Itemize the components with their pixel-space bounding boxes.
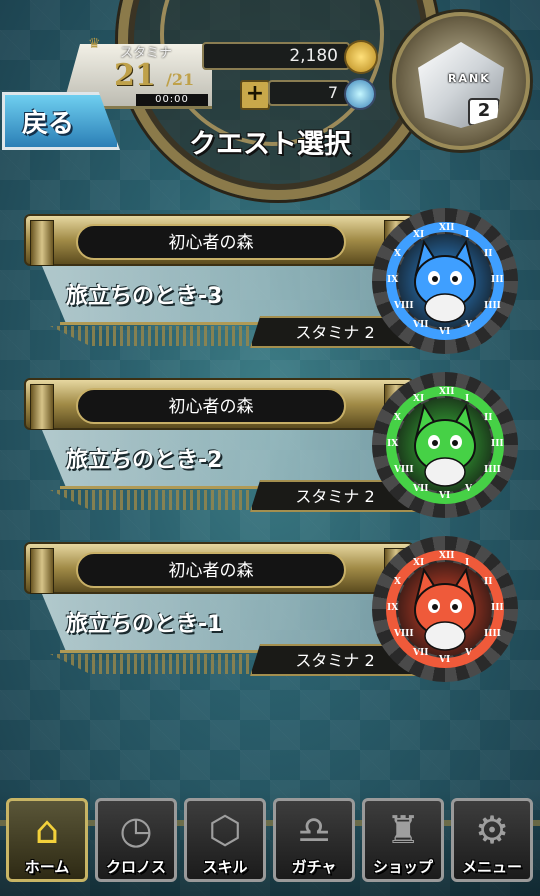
stripe-decoration xyxy=(50,490,250,510)
red-cat-icon xyxy=(398,562,492,656)
banner-cap-decoration xyxy=(30,548,54,594)
clock-numeral: II xyxy=(484,249,493,259)
clock-numeral: VIII xyxy=(393,629,414,639)
nav-label: スキル xyxy=(202,858,248,876)
nav-label: ショップ xyxy=(372,858,433,876)
nav-label: クロノス xyxy=(105,858,166,876)
quest-card[interactable]: 初心者の森 旅立ちのとき-3 スタミナ 2 XII I II III IIII V VI VII VI… xyxy=(24,208,520,356)
nav-label: メニュー xyxy=(461,858,522,876)
clock-numeral: X xyxy=(393,413,401,423)
nav-button-6[interactable]: ⚙ メニュー xyxy=(451,798,533,882)
stamina-current: 21 xyxy=(114,58,156,93)
clock-numeral: VII xyxy=(413,648,429,659)
rank-label: RANK xyxy=(448,72,491,85)
clock-numeral: VI xyxy=(439,491,451,501)
nav-button-2[interactable]: ◷ クロノス xyxy=(95,798,177,882)
nav-button-4[interactable]: ♎ ガチャ xyxy=(273,798,355,882)
area-name: 初心者の森 xyxy=(76,224,346,260)
nav-button-5[interactable]: ♜ ショップ xyxy=(362,798,444,882)
clock-numeral: IX xyxy=(387,275,399,285)
clock-numeral: VII xyxy=(413,320,429,331)
coin-icon xyxy=(344,40,378,74)
area-banner: 初心者の森 xyxy=(24,214,414,266)
quest-name: 旅立ちのとき-3 xyxy=(66,284,223,309)
clock-numeral: V xyxy=(465,320,472,331)
clock-numeral: I xyxy=(465,557,470,568)
clock-numeral: VI xyxy=(439,655,451,665)
quest-name: 旅立ちのとき-1 xyxy=(66,612,223,637)
quest-boss-badge: XII I II III IIII V VI VII VIII IX X XI xyxy=(372,372,518,518)
chronos-clock-icon: ◷ xyxy=(119,808,153,852)
gem-icon xyxy=(344,78,376,110)
home-icon: ⌂ xyxy=(34,808,60,852)
quest-boss-badge: XII I II III IIII V VI VII VIII IX X XI xyxy=(372,208,518,354)
clock-numeral: V xyxy=(465,484,472,495)
add-gems-button[interactable]: + xyxy=(240,80,270,110)
quest-card[interactable]: 初心者の森 旅立ちのとき-2 スタミナ 2 XII I II III IIII V VI VII VI… xyxy=(24,372,520,520)
area-banner: 初心者の森 xyxy=(24,542,414,594)
blue-cat-icon xyxy=(398,234,492,328)
quest-card[interactable]: 初心者の森 旅立ちのとき-1 スタミナ 2 XII I II III IIII V VI VII VI… xyxy=(24,536,520,684)
area-name: 初心者の森 xyxy=(76,552,346,588)
clock-numeral: VI xyxy=(439,327,451,337)
banner-cap-decoration xyxy=(30,384,54,430)
clock-numeral: XI xyxy=(413,393,425,404)
clock-numeral: IIII xyxy=(484,629,501,639)
green-cat-icon xyxy=(398,398,492,492)
clock-numeral: IIII xyxy=(484,465,501,475)
nav-label: ガチャ xyxy=(291,858,337,876)
clock-numeral: VIII xyxy=(393,465,414,475)
clock-numeral: IIII xyxy=(484,301,501,311)
nav-button-1[interactable]: ⌂ ホーム xyxy=(6,798,88,882)
coin-counter: 2,180 xyxy=(202,42,350,70)
crown-icon: ♛ xyxy=(88,36,101,52)
clock-numeral: I xyxy=(465,393,470,404)
clock-numeral: II xyxy=(484,577,493,587)
clock-numeral: VII xyxy=(413,484,429,495)
clock-numeral: X xyxy=(393,577,401,587)
clock-numeral: III xyxy=(491,603,504,613)
clock-numeral: III xyxy=(491,275,504,285)
clock-numeral: I xyxy=(465,229,470,240)
clock-numeral: VIII xyxy=(393,301,414,311)
quest-name: 旅立ちのとき-2 xyxy=(66,448,223,473)
gear-icon: ⚙ xyxy=(474,808,510,852)
clock-numeral: XI xyxy=(413,229,425,240)
clock-numeral: IX xyxy=(387,439,399,449)
clock-numeral: X xyxy=(393,249,401,259)
clock-numeral: XI xyxy=(413,557,425,568)
banner-cap-decoration xyxy=(30,220,54,266)
clock-numeral: V xyxy=(465,648,472,659)
gem-counter: 7 xyxy=(268,80,350,106)
clock-numeral: IX xyxy=(387,603,399,613)
rank-crystal-icon: RANK 2 xyxy=(418,42,504,128)
skill-hexagon-icon: ⬡ xyxy=(208,808,242,852)
nav-label: ホーム xyxy=(24,858,70,876)
stripe-decoration xyxy=(50,326,250,346)
nav-button-3[interactable]: ⬡ スキル xyxy=(184,798,266,882)
stamina-max: /21 xyxy=(166,70,195,89)
stripe-decoration xyxy=(50,654,250,674)
clock-numeral: XII xyxy=(439,551,455,561)
shop-bag-icon: ♜ xyxy=(385,808,421,852)
clock-numeral: XII xyxy=(439,387,455,397)
clock-numeral: XII xyxy=(439,223,455,233)
clock-numeral: III xyxy=(491,439,504,449)
gacha-icon: ♎ xyxy=(296,808,332,852)
quest-boss-badge: XII I II III IIII V VI VII VIII IX X XI xyxy=(372,536,518,682)
area-banner: 初心者の森 xyxy=(24,378,414,430)
page-title: クエスト選択 xyxy=(189,129,351,160)
clock-numeral: II xyxy=(484,413,493,423)
area-name: 初心者の森 xyxy=(76,388,346,424)
stamina-timer: 00:00 xyxy=(136,94,208,106)
